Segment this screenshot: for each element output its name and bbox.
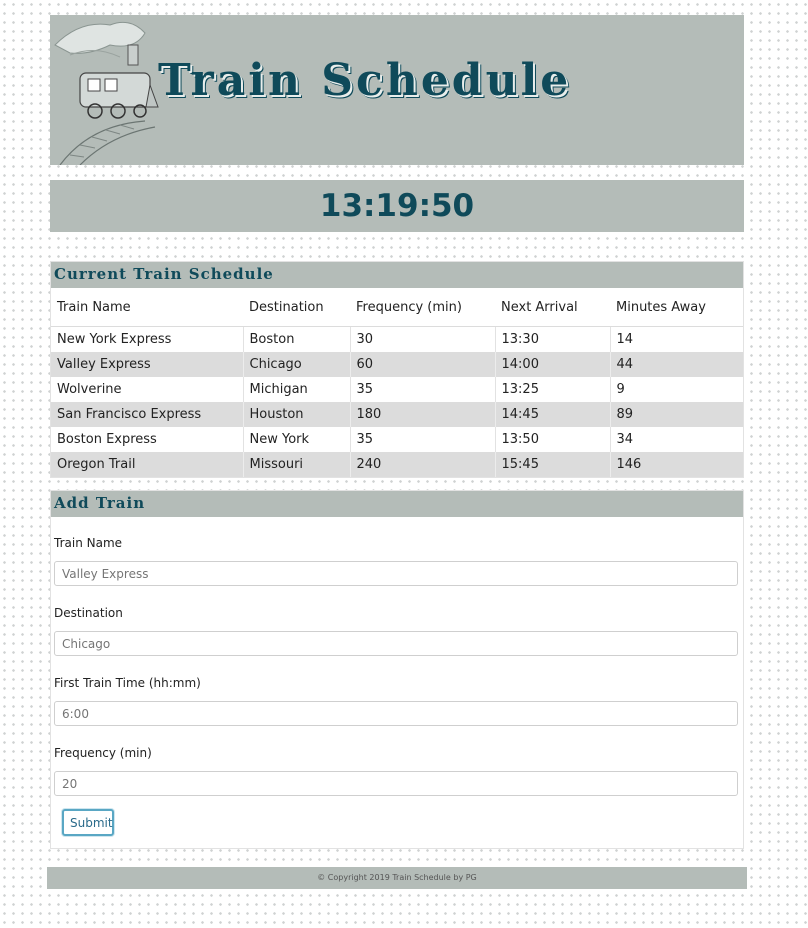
column-header: Minutes Away <box>610 288 743 327</box>
column-header: Destination <box>243 288 350 327</box>
table-cell: 35 <box>350 377 496 402</box>
schedule-table: Train Name Destination Frequency (min) N… <box>51 288 743 477</box>
table-cell: 14:00 <box>495 352 611 377</box>
table-cell: 15:45 <box>495 452 611 477</box>
train-name-input[interactable] <box>54 561 738 586</box>
train-name-label: Train Name <box>54 536 123 550</box>
table-cell: New York Express <box>51 326 244 352</box>
add-train-panel: Add Train Train Name Destination First T… <box>50 490 744 849</box>
table-cell: 14 <box>610 326 743 352</box>
table-row: Wolverine Michigan 35 13:25 9 <box>51 377 743 402</box>
page-title: Train Schedule <box>158 55 572 106</box>
table-cell: 60 <box>350 352 496 377</box>
table-cell: 44 <box>610 352 743 377</box>
schedule-panel: Current Train Schedule Train Name Destin… <box>50 261 744 478</box>
table-row: Oregon Trail Missouri 240 15:45 146 <box>51 452 743 477</box>
table-cell: 240 <box>350 452 496 477</box>
table-cell: Boston Express <box>51 427 244 452</box>
table-row: New York Express Boston 30 13:30 14 <box>51 326 743 352</box>
submit-button[interactable]: Submit <box>62 809 114 836</box>
header-banner: Train Schedule <box>50 15 744 165</box>
table-cell: 146 <box>610 452 743 477</box>
table-row: Valley Express Chicago 60 14:00 44 <box>51 352 743 377</box>
table-cell: Oregon Trail <box>51 452 244 477</box>
page-container: Train Schedule 13:19:50 Current Train Sc… <box>50 15 744 849</box>
table-cell: 13:25 <box>495 377 611 402</box>
frequency-label: Frequency (min) <box>54 746 152 760</box>
table-cell: 9 <box>610 377 743 402</box>
destination-input[interactable] <box>54 631 738 656</box>
table-cell: 89 <box>610 402 743 427</box>
table-cell: New York <box>243 427 351 452</box>
destination-label: Destination <box>54 606 123 620</box>
table-cell: Missouri <box>243 452 351 477</box>
schedule-panel-title: Current Train Schedule <box>51 262 743 288</box>
table-cell: 14:45 <box>495 402 611 427</box>
table-cell: 30 <box>350 326 496 352</box>
table-row: Boston Express New York 35 13:50 34 <box>51 427 743 452</box>
table-cell: Michigan <box>243 377 351 402</box>
table-cell: 34 <box>610 427 743 452</box>
first-train-time-input[interactable] <box>54 701 738 726</box>
table-cell: 180 <box>350 402 496 427</box>
clock-bar: 13:19:50 <box>50 180 744 232</box>
column-header: Train Name <box>51 288 243 327</box>
table-cell: 13:50 <box>495 427 611 452</box>
table-cell: 35 <box>350 427 496 452</box>
column-header: Next Arrival <box>495 288 610 327</box>
table-row: San Francisco Express Houston 180 14:45 89 <box>51 402 743 427</box>
table-header-row: Train Name Destination Frequency (min) N… <box>51 288 743 327</box>
current-time: 13:19:50 <box>319 188 475 224</box>
first-train-time-label: First Train Time (hh:mm) <box>54 676 201 690</box>
frequency-input[interactable] <box>54 771 738 796</box>
column-header: Frequency (min) <box>350 288 495 327</box>
table-cell: San Francisco Express <box>51 402 244 427</box>
table-cell: Chicago <box>243 352 351 377</box>
add-train-form: Train Name Destination First Train Time … <box>51 517 743 848</box>
table-cell: Wolverine <box>51 377 244 402</box>
table-cell: Boston <box>243 326 351 352</box>
table-cell: Houston <box>243 402 351 427</box>
footer-copyright: © Copyright 2019 Train Schedule by PG <box>47 867 747 889</box>
add-train-title: Add Train <box>51 491 743 517</box>
table-cell: 13:30 <box>495 326 611 352</box>
table-cell: Valley Express <box>51 352 244 377</box>
